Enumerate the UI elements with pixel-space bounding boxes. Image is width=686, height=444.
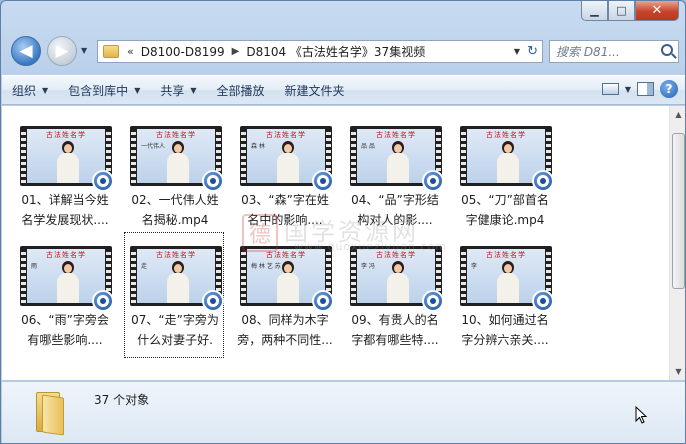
search-input[interactable]: 搜索 D81... [549,40,679,63]
thumbnail-title: 古法姓名学 [266,131,306,139]
video-thumbnail: 古法姓名学李 冯 [350,246,444,312]
file-name: 09、有贵人的名字都有哪些特.... [351,313,439,347]
explorer-window: ▁ □ ✕ ◀ ▶ ▼ « D8100-D8199 ▶ D8104 《古法姓名学… [0,0,686,444]
thumbnail-title: 古法姓名学 [46,251,86,259]
file-item[interactable]: 古法姓名学李 冯 09、有贵人的名字都有哪些特.... [344,232,444,358]
address-bar[interactable]: « D8100-D8199 ▶ D8104 《古法姓名学》37集视频 ▼ ↻ [97,40,543,63]
media-player-icon [422,170,444,192]
thumbnail-title: 古法姓名学 [376,251,416,259]
back-button[interactable]: ◀ [11,36,41,66]
close-button[interactable]: ✕ [635,1,679,21]
video-thumbnail: 古法姓名学 [20,126,114,192]
file-name: 05、“刀”部首名字健康论.mp4 [461,193,549,227]
file-item[interactable]: 古法姓名学雨 06、“雨”字旁会有哪些影响.... [14,232,114,358]
view-dropdown-icon[interactable]: ▼ [625,85,631,94]
thumbnail-title: 古法姓名学 [46,131,86,139]
scroll-up-icon[interactable]: ▲ [670,106,685,123]
file-item[interactable]: 古法姓名学品 品 04、“品”字形结构对人的影.... [344,112,444,238]
details-pane: 37 个对象 [2,381,685,443]
folder-icon [32,390,74,436]
share-label: 共享 [160,83,185,98]
media-player-icon [202,170,224,192]
media-player-icon [312,170,334,192]
vertical-scrollbar[interactable]: ▲ ▼ [669,106,685,380]
file-name: 01、详解当今姓名学发展现状.... [21,193,109,227]
file-name: 07、“走”字旁为什么对妻子好. [131,313,219,347]
video-thumbnail: 古法姓名学李 [460,246,554,312]
forward-button[interactable]: ▶ [47,36,77,66]
breadcrumb-current[interactable]: D8104 《古法姓名学》37集视频 [246,43,425,60]
media-player-icon [202,290,224,312]
file-item[interactable]: 古法姓名学 05、“刀”部首名字健康论.mp4 [454,112,554,238]
thumbnail-title: 古法姓名学 [266,251,306,259]
chevron-down-icon: ▼ [190,85,197,95]
new-folder-button[interactable]: 新建文件夹 [275,75,355,105]
view-controls: ▼ ? [601,80,678,98]
breadcrumb-parent[interactable]: D8100-D8199 [141,45,225,59]
media-player-icon [92,170,114,192]
media-player-icon [422,290,444,312]
include-in-library-menu[interactable]: 包含到库中 ▼ [58,75,150,105]
file-name: 03、“森”字在姓名中的影响.... [241,193,329,227]
organize-menu[interactable]: 组织 ▼ [2,75,58,105]
command-bar: 组织 ▼ 包含到库中 ▼ 共享 ▼ 全部播放 新建文件夹 ▼ ? [2,75,685,105]
file-list[interactable]: 古法姓名学 01、详解当今姓名学发展现状.... 古法姓名学 一代伟人 02、一代伟人姓… [2,106,685,380]
file-item[interactable]: 古法姓名学李 10、如何通过名字分辨六亲关.... [454,232,554,358]
video-thumbnail: 古法姓名学梅 林 艺 苏 [240,246,334,312]
recent-pages-dropdown-icon[interactable]: ▼ [81,46,93,58]
file-item[interactable]: 古法姓名学森 林 03、“森”字在姓名中的影响.... [234,112,334,238]
video-thumbnail: 古法姓名学走 [130,246,224,312]
file-name: 08、同样为木字旁，两种不同性... [237,313,333,347]
file-name: 06、“雨”字旁会有哪些影响.... [21,313,109,347]
maximize-button[interactable]: □ [608,1,635,21]
folder-icon [103,45,119,58]
preview-pane-icon[interactable] [637,82,654,96]
media-player-icon [532,290,554,312]
address-dropdown-icon[interactable]: ▼ [514,47,520,56]
scrollbar-thumb[interactable] [672,133,685,289]
item-count: 37 个对象 [94,393,150,407]
thumbnail-title: 古法姓名学 [486,251,526,259]
search-icon [661,44,673,56]
caption-buttons: ▁ □ ✕ [581,1,679,21]
navigation-bar: ◀ ▶ ▼ « D8100-D8199 ▶ D8104 《古法姓名学》37集视频… [1,31,685,71]
thumbnail-title: 古法姓名学 [156,131,196,139]
media-player-icon [312,290,334,312]
file-item[interactable]: 古法姓名学梅 林 艺 苏 08、同样为木字旁，两种不同性... [234,232,334,358]
file-name: 02、一代伟人姓名揭秘.mp4 [131,193,219,227]
help-icon[interactable]: ? [660,80,678,98]
organize-label: 组织 [12,83,37,98]
file-item[interactable]: 古法姓名学 一代伟人 02、一代伟人姓名揭秘.mp4 [124,112,224,238]
video-thumbnail: 古法姓名学 一代伟人 [130,126,224,192]
thumbnail-title: 古法姓名学 [486,131,526,139]
file-item[interactable]: 古法姓名学 01、详解当今姓名学发展现状.... [14,112,114,238]
thumbnail-title: 古法姓名学 [156,251,196,259]
breadcrumb-separator-icon[interactable]: ▶ [232,46,240,57]
search-placeholder: 搜索 D81... [556,45,620,59]
minimize-button[interactable]: ▁ [581,1,608,21]
media-player-icon [532,170,554,192]
video-thumbnail: 古法姓名学 [460,126,554,192]
video-thumbnail: 古法姓名学品 品 [350,126,444,192]
file-name: 10、如何通过名字分辨六亲关.... [461,313,549,347]
video-thumbnail: 古法姓名学森 林 [240,126,334,192]
chevron-down-icon: ▼ [134,85,141,95]
address-overflow-chevron[interactable]: « [127,45,134,58]
media-player-icon [92,290,114,312]
refresh-icon[interactable]: ↻ [527,44,538,59]
change-view-icon[interactable] [601,83,619,95]
chevron-down-icon: ▼ [42,85,49,95]
file-name: 04、“品”字形结构对人的影.... [351,193,439,227]
file-item[interactable]: 古法姓名学走 07、“走”字旁为什么对妻子好. [124,232,224,358]
video-thumbnail: 古法姓名学雨 [20,246,114,312]
thumbnail-title: 古法姓名学 [376,131,416,139]
include-in-library-label: 包含到库中 [68,83,129,98]
play-all-button[interactable]: 全部播放 [207,75,275,105]
share-menu[interactable]: 共享 ▼ [150,75,206,105]
scroll-down-icon[interactable]: ▼ [670,363,685,380]
